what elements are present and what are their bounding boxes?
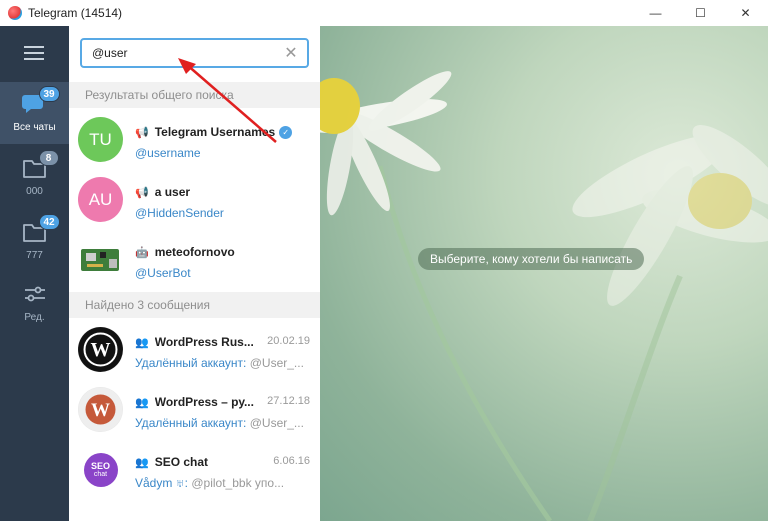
search-results-panel: @user ✕ Результаты общего поиска TU 📢 Te… [69,26,320,521]
close-window-button[interactable]: ✕ [723,0,768,26]
wordpress-logo-icon: W [78,387,123,432]
folder-777[interactable]: 42 777 [0,210,69,272]
svg-text:W: W [91,339,111,361]
chamomile-background [320,71,768,521]
clear-search-icon[interactable]: ✕ [281,43,301,63]
group-icon: 👥 [135,456,149,469]
telegram-logo-icon [8,6,22,20]
row-title: 📢 Telegram Usernames ✓ [135,125,293,139]
list-item[interactable]: TU 📢 Telegram Usernames ✓ @username [69,110,320,170]
row-username: @UserBot [135,266,191,280]
avatar: TU [78,117,123,162]
message-result-item[interactable]: W 👥 WordPress – ру... 27.12.18 Удалённый… [69,380,320,440]
folder-badge: 39 [38,86,60,102]
global-results-header: Результаты общего поиска [69,82,320,108]
found-messages-header: Найдено 3 сообщения [69,292,320,318]
row-message: Vådym ♅: @pilot_bbk упо... [135,476,285,490]
bot-icon: 🤖 [135,246,149,259]
sliders-icon [21,282,49,306]
maximize-button[interactable]: ☐ [678,0,723,26]
avatar: AU [78,177,123,222]
folder-label: 777 [26,250,43,261]
board-icon [81,249,119,271]
folder-000[interactable]: 8 000 [0,146,69,208]
folder-label: Ред. [24,312,45,323]
avatar [78,237,123,282]
row-date: 27.12.18 [267,395,310,407]
minimize-button[interactable]: — [633,0,678,26]
folder-all-chats[interactable]: 39 Все чаты [0,82,69,144]
list-item[interactable]: AU 📢 a user @HiddenSender [69,170,320,230]
row-title: 👥 WordPress Rus... [135,335,254,349]
row-title: 🤖 meteofornovo [135,245,235,259]
search-field[interactable]: @user ✕ [80,38,309,68]
channel-icon: 📢 [135,186,149,199]
folders-sidebar: 39 Все чаты 8 000 42 777 Ред. [0,26,69,521]
row-username: @username [135,146,201,160]
message-result-item[interactable]: W 👥 WordPress Rus... 20.02.19 Удалённый … [69,320,320,380]
svg-text:W: W [91,400,110,421]
group-icon: 👥 [135,336,149,349]
folder-icon: 8 [21,150,59,180]
row-title: 👥 WordPress – ру... [135,395,254,409]
verified-icon: ✓ [279,125,293,139]
row-date: 20.02.19 [267,335,310,347]
row-title: 👥 SEO chat [135,455,209,469]
list-item[interactable]: 🤖 meteofornovo @UserBot [69,230,320,290]
chat-area: Выберите, кому хотели бы написать [320,26,768,521]
channel-icon: 📢 [135,126,149,139]
telegram-window: Telegram (14514) — ☐ ✕ 39 Все чаты 8 000… [0,0,768,521]
folder-label: 000 [26,186,43,197]
row-message: Удалённый аккаунт: @User_... [135,416,304,430]
folder-label: Все чаты [13,122,56,133]
search-input[interactable]: @user [92,46,281,60]
group-icon: 👥 [135,396,149,409]
window-controls: — ☐ ✕ [633,0,768,26]
menu-icon[interactable] [24,46,44,60]
seo-chat-avatar: SEO chat [78,447,123,492]
wordpress-logo-icon: W [78,327,123,372]
row-date: 6.06.16 [273,455,310,467]
message-result-item[interactable]: SEO chat 👥 SEO chat 6.06.16 Vådym ♅: @pi… [69,440,320,500]
select-chat-hint: Выберите, кому хотели бы написать [418,248,645,270]
folder-badge: 8 [38,150,59,166]
row-username: @HiddenSender [135,206,224,220]
window-title: Telegram (14514) [28,6,123,20]
row-message: Удалённый аккаунт: @User_... [135,356,304,370]
chats-folder-icon: 39 [21,86,60,116]
folder-icon: 42 [21,214,60,244]
row-title: 📢 a user [135,185,191,199]
folder-badge: 42 [38,214,60,230]
title-bar: Telegram (14514) — ☐ ✕ [0,0,768,26]
folder-edit[interactable]: Ред. [0,272,69,334]
